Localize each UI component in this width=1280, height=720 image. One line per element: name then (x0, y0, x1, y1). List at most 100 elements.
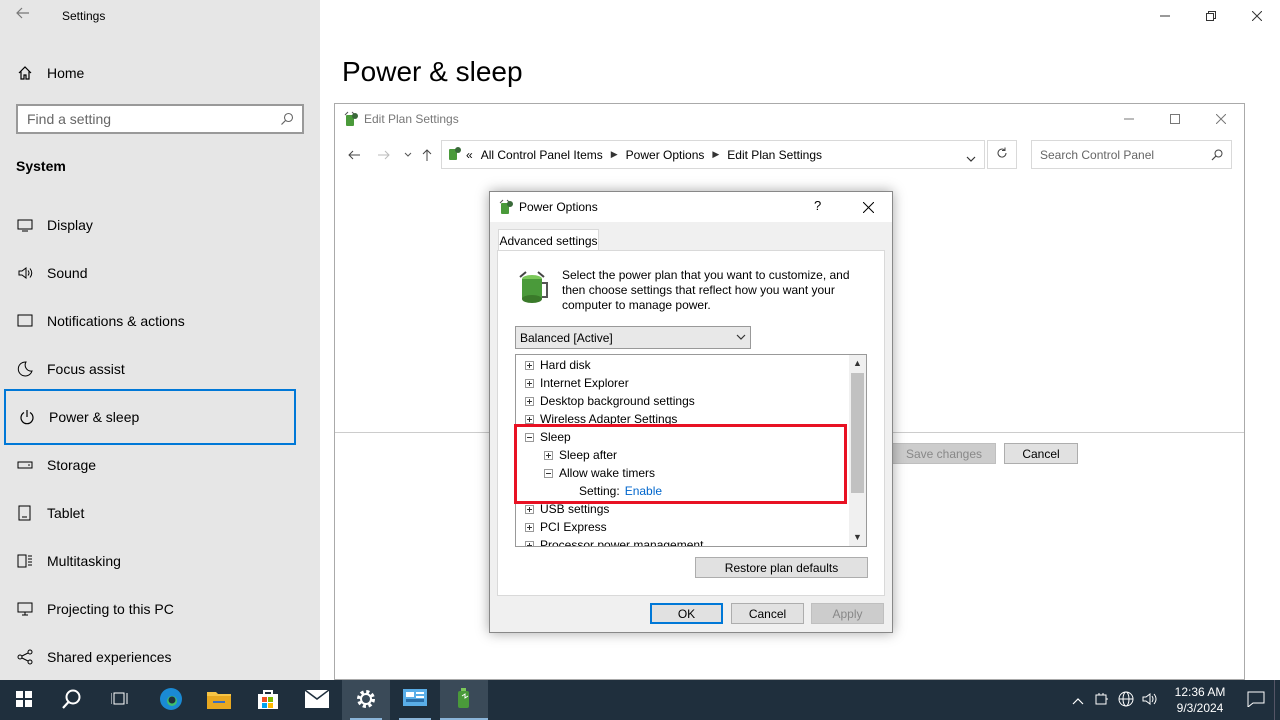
sidebar-item-label: Storage (47, 457, 97, 473)
tree-node-usb-settings[interactable]: USB settings (525, 500, 609, 518)
sidebar-item-multitasking[interactable]: Multitasking (4, 537, 296, 585)
show-desktop-button[interactable] (1274, 680, 1280, 720)
sidebar-item-shared-experiences[interactable]: Shared experiences (4, 633, 296, 681)
save-changes-button[interactable]: Save changes (892, 443, 996, 464)
notifications-icon[interactable] (1238, 691, 1274, 710)
restore-plan-defaults-button[interactable]: Restore plan defaults (695, 557, 868, 578)
recent-locations-chevron-icon[interactable] (398, 145, 418, 165)
tree-node-label: Hard disk (540, 358, 591, 372)
apply-button[interactable]: Apply (811, 603, 884, 624)
find-setting-input[interactable] (18, 106, 258, 132)
minimize-icon[interactable] (1106, 104, 1152, 134)
display-icon (16, 216, 34, 234)
tree-node-sleep-after[interactable]: Sleep after (544, 446, 617, 464)
search-icon[interactable] (1211, 149, 1223, 164)
close-icon[interactable] (854, 196, 882, 218)
expand-icon[interactable] (525, 504, 534, 514)
back-arrow-icon[interactable] (16, 6, 32, 26)
storage-icon (16, 456, 34, 474)
scroll-up-icon[interactable]: ▲ (853, 358, 862, 368)
tree-node-label: USB settings (540, 502, 610, 516)
tree-node-sleep[interactable]: Sleep (525, 428, 571, 446)
settings-sidebar: Settings Home System Display Sound Notif… (0, 0, 320, 680)
advanced-settings-tree[interactable]: Hard disk Internet Explorer Desktop back… (515, 354, 867, 547)
nav-home[interactable]: Home (4, 49, 296, 97)
expand-icon[interactable] (525, 378, 534, 388)
taskbar-store[interactable] (244, 680, 292, 720)
expand-icon[interactable] (525, 522, 534, 532)
ok-button[interactable]: OK (650, 603, 723, 624)
tree-node-label: Sleep (540, 430, 571, 444)
network-globe-icon[interactable] (1114, 691, 1138, 710)
breadcrumb-power-options[interactable]: Power Options (626, 148, 705, 162)
tab-advanced-settings[interactable]: Advanced settings (498, 229, 599, 251)
sidebar-item-display[interactable]: Display (4, 201, 296, 249)
minimize-icon[interactable] (1142, 0, 1188, 32)
scrollbar-thumb[interactable] (851, 373, 864, 493)
taskbar-mail[interactable] (293, 680, 341, 720)
up-icon[interactable] (417, 145, 437, 165)
chevron-down-icon (736, 331, 746, 345)
close-icon[interactable] (1198, 104, 1244, 134)
expand-icon[interactable] (525, 360, 534, 370)
tree-node-processor-power[interactable]: Processor power management (525, 536, 703, 546)
show-hidden-icons-chevron-icon[interactable] (1066, 693, 1090, 708)
setting-value-link[interactable]: Enable (625, 484, 662, 498)
breadcrumb-overflow[interactable]: « (466, 148, 473, 162)
tree-scrollbar[interactable]: ▲ ▼ (849, 355, 866, 546)
cancel-button[interactable]: Cancel (731, 603, 804, 624)
search-control-panel[interactable] (1031, 140, 1232, 169)
breadcrumb-all-control-panel-items[interactable]: All Control Panel Items (481, 148, 603, 162)
restore-icon[interactable] (1188, 0, 1234, 32)
power-plan-select[interactable]: Balanced [Active] (515, 326, 751, 349)
search-icon[interactable] (280, 112, 294, 129)
collapse-icon[interactable] (525, 432, 534, 442)
back-icon[interactable] (344, 145, 364, 165)
scroll-down-icon[interactable]: ▼ (853, 532, 862, 542)
address-bar[interactable]: « All Control Panel Items ▶ Power Option… (441, 140, 985, 169)
tree-node-pci-express[interactable]: PCI Express (525, 518, 607, 536)
sidebar-item-sound[interactable]: Sound (4, 249, 296, 297)
forward-icon[interactable] (374, 145, 394, 165)
task-view-button[interactable] (96, 680, 144, 720)
tree-node-desktop-background[interactable]: Desktop background settings (525, 392, 695, 410)
taskbar-file-explorer[interactable] (195, 680, 243, 720)
sidebar-item-notifications[interactable]: Notifications & actions (4, 297, 296, 345)
battery-plugged-icon[interactable] (1090, 692, 1114, 709)
expand-icon[interactable] (525, 396, 534, 406)
tree-node-wake-timers-setting[interactable]: Setting: Enable (579, 482, 662, 500)
volume-icon[interactable] (1138, 692, 1162, 709)
sidebar-item-projecting[interactable]: Projecting to this PC (4, 585, 296, 633)
breadcrumb-separator-icon[interactable]: ▶ (611, 149, 618, 160)
start-button[interactable] (0, 680, 48, 720)
help-button[interactable]: ? (814, 198, 821, 213)
cancel-button[interactable]: Cancel (1004, 443, 1078, 464)
sidebar-item-label: Shared experiences (47, 649, 172, 665)
address-dropdown-chevron-icon[interactable] (966, 151, 976, 165)
maximize-icon[interactable] (1152, 104, 1198, 134)
refresh-button[interactable] (987, 140, 1017, 169)
taskbar-settings[interactable] (342, 680, 390, 720)
sidebar-item-storage[interactable]: Storage (4, 441, 296, 489)
breadcrumb-edit-plan-settings[interactable]: Edit Plan Settings (727, 148, 822, 162)
tree-node-internet-explorer[interactable]: Internet Explorer (525, 374, 629, 392)
expand-icon[interactable] (544, 450, 553, 460)
collapse-icon[interactable] (544, 468, 553, 478)
close-icon[interactable] (1234, 0, 1280, 32)
sidebar-item-focus-assist[interactable]: Focus assist (4, 345, 296, 393)
search-button[interactable] (48, 680, 96, 720)
taskbar-control-panel[interactable] (391, 680, 439, 720)
clock[interactable]: 12:36 AM 9/3/2024 (1168, 684, 1232, 716)
expand-icon[interactable] (525, 414, 534, 424)
taskbar-power-options[interactable] (440, 680, 488, 720)
sidebar-item-tablet[interactable]: Tablet (4, 489, 296, 537)
tree-node-wireless-adapter[interactable]: Wireless Adapter Settings (525, 410, 677, 428)
tree-node-allow-wake-timers[interactable]: Allow wake timers (544, 464, 655, 482)
find-setting-search[interactable] (16, 104, 304, 134)
sidebar-item-power-sleep[interactable]: Power & sleep (4, 389, 296, 445)
taskbar-edge[interactable] (147, 680, 195, 720)
breadcrumb-separator-icon[interactable]: ▶ (712, 149, 719, 160)
tree-node-hard-disk[interactable]: Hard disk (525, 356, 591, 374)
search-control-panel-input[interactable] (1032, 147, 1202, 162)
expand-icon[interactable] (525, 540, 534, 546)
